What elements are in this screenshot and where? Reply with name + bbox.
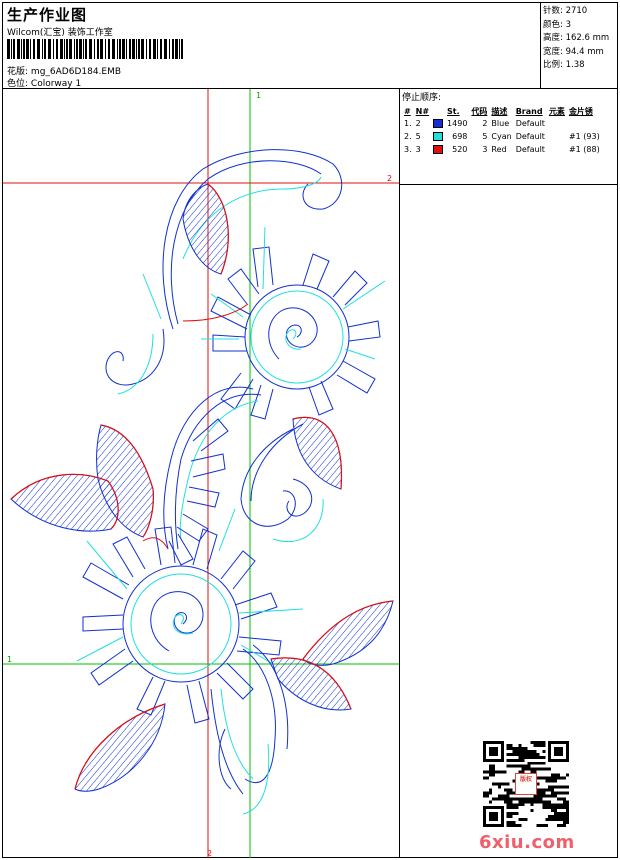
embroidery-design: 1 2 1 2 — [3, 89, 399, 858]
col-code: 代码 — [471, 106, 488, 116]
colorway-label: 色位: — [7, 79, 29, 89]
embroidery-preview-canvas[interactable]: 1 2 1 2 — [3, 89, 400, 858]
table-row[interactable]: 3. 3 520 3 Red Default #1 (88) — [402, 143, 602, 156]
col-element: 元素 — [548, 106, 565, 116]
cell-stitches: 1490 — [447, 119, 468, 128]
table-row[interactable]: 2. 5 698 5 Cyan Default #1 (93) — [402, 130, 602, 143]
leaf-bottom-left — [74, 703, 166, 792]
leaf-lower-right-upper — [302, 600, 394, 666]
colorway-row: 色位: Colorway 1 — [7, 76, 81, 89]
design-stats-panel: 针数: 2710 颜色: 3 高度: 162.6 mm 宽度: 94.4 mm … — [541, 3, 618, 89]
colorway-name: Colorway 1 — [30, 79, 82, 89]
stat-stitches: 针数: 2710 — [543, 6, 588, 16]
col-stitches: St. — [447, 106, 460, 116]
cell-swatch — [431, 143, 445, 156]
cell-element — [547, 117, 567, 130]
color-swatch — [433, 132, 444, 141]
leaf-lower-right — [270, 657, 352, 711]
table-row[interactable]: 1. 2 1490 2 Blue Default — [402, 117, 602, 130]
col-swatch — [431, 105, 445, 117]
stop-sequence-table: # N# St. 代码 描述 Brand 元素 金片锈 1. 2 1490 2 Blue… — [402, 105, 602, 156]
cell-description: Red — [491, 145, 507, 154]
guide-label-h2: 2 — [387, 174, 392, 183]
cell-stitches: 520 — [452, 145, 468, 154]
header-info-panel: 生产作业图 Wilcom(汇宝) 装饰工作室 花版: mg_6AD6D184.E… — [3, 3, 541, 89]
cell-code: 2 — [482, 119, 488, 128]
col-sequin: 金片锈 — [568, 106, 593, 116]
cell-index: 2. — [404, 132, 412, 141]
cell-brand: Default — [515, 119, 545, 128]
col-brand: Brand — [515, 106, 543, 116]
color-swatch — [433, 119, 444, 128]
cell-stitches: 698 — [452, 132, 468, 141]
guide-label-h1: 1 — [7, 655, 12, 664]
col-needle: N# — [415, 106, 430, 116]
cell-code: 3 — [482, 145, 488, 154]
cell-needle: 3 — [415, 145, 421, 154]
cell-index: 1. — [404, 119, 412, 128]
cell-element — [547, 143, 567, 156]
cell-index: 3. — [404, 145, 412, 154]
cell-brand: Default — [515, 132, 545, 141]
leaf-upper-top — [182, 183, 229, 275]
cell-sequin: #1 (93) — [568, 132, 600, 141]
cell-needle: 5 — [415, 132, 421, 141]
col-description: 描述 — [491, 106, 508, 116]
stat-width: 宽度: 94.4 mm — [543, 46, 604, 57]
lower-flower — [76, 508, 304, 724]
guide-label-v1: 1 — [256, 91, 261, 100]
cell-sequin: #1 (88) — [568, 145, 600, 154]
cell-description: Cyan — [491, 132, 512, 141]
cell-swatch — [431, 130, 445, 143]
cell-brand: Default — [515, 145, 545, 154]
stat-height: 高度: 162.6 mm — [543, 33, 610, 43]
leaf-left-large — [10, 473, 119, 532]
leaf-middle-right — [292, 417, 343, 490]
studio-name: Wilcom(汇宝) 装饰工作室 — [7, 28, 113, 38]
cell-description: Blue — [491, 119, 510, 128]
guide-label-v2: 2 — [207, 849, 212, 858]
barcode — [7, 39, 183, 59]
production-worksheet: 生产作业图 Wilcom(汇宝) 装饰工作室 花版: mg_6AD6D184.E… — [2, 2, 618, 858]
cell-swatch — [431, 117, 445, 130]
cell-sequin — [567, 117, 602, 130]
col-index: # — [404, 106, 411, 116]
page-title: 生产作业图 — [7, 6, 88, 24]
color-swatch — [433, 145, 444, 154]
stat-colors: 颜色: 3 — [543, 19, 571, 30]
cell-needle: 2 — [415, 119, 421, 128]
stop-sequence-panel: 停止顺序: # N# St. 代码 描述 Brand 元素 金片锈 1. 2 149… — [400, 89, 618, 185]
cell-element — [547, 130, 567, 143]
central-stem — [163, 386, 324, 566]
cell-code: 5 — [482, 132, 488, 141]
stop-sequence-title: 停止顺序: — [402, 93, 442, 103]
copyright-seal: 版权 — [515, 773, 537, 795]
stat-scale: 比例: 1.38 — [543, 60, 585, 70]
table-header-row: # N# St. 代码 描述 Brand 元素 金片锈 — [402, 105, 602, 117]
watermark-logo: 6xiu.com — [479, 832, 575, 853]
top-scroll-motif — [105, 149, 343, 395]
